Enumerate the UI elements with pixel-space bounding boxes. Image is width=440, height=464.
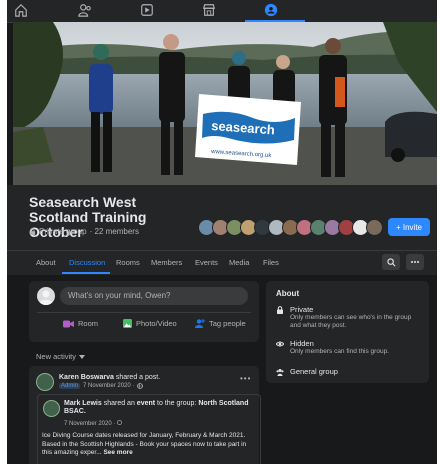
search-icon bbox=[386, 257, 395, 266]
author-avatar[interactable] bbox=[36, 373, 54, 391]
user-avatar[interactable] bbox=[37, 287, 55, 305]
post-composer: What's on your mind, Owen? Room Photo/Vi… bbox=[29, 281, 259, 342]
group-member-count[interactable]: · 22 members bbox=[90, 227, 139, 236]
about-general-row: General group bbox=[276, 367, 338, 376]
tag-people-button[interactable]: Tag people bbox=[195, 319, 246, 328]
photo-video-button[interactable]: Photo/Video bbox=[123, 319, 177, 328]
top-navigation bbox=[7, 0, 437, 23]
new-activity-label: New activity bbox=[36, 352, 77, 361]
more-icon bbox=[411, 261, 419, 263]
about-heading: About bbox=[276, 289, 300, 298]
about-private-row: Private Only members can see who's in th… bbox=[276, 305, 422, 330]
room-button[interactable]: Room bbox=[63, 319, 98, 328]
active-tab-indicator bbox=[62, 272, 110, 274]
tab-about[interactable]: About bbox=[36, 258, 56, 267]
home-icon[interactable] bbox=[13, 2, 29, 18]
post-text: Based in the Scottish Highlands - Book y… bbox=[42, 440, 247, 457]
about-hidden-row: Hidden Only members can find this group. bbox=[276, 339, 422, 356]
photo-icon bbox=[123, 319, 132, 328]
admin-badge: Admin bbox=[59, 383, 81, 389]
post-author[interactable]: Karen Boswarva bbox=[59, 374, 114, 381]
eye-icon bbox=[276, 341, 284, 347]
shared-author-avatar[interactable] bbox=[43, 400, 60, 417]
tab-rooms[interactable]: Rooms bbox=[116, 258, 140, 267]
group-icon bbox=[276, 369, 284, 376]
about-panel: About Private Only members can see who's… bbox=[266, 281, 429, 383]
app-frame: seasearch www.seasearch.org.uk Seasearch… bbox=[7, 0, 437, 464]
post-header: Karen Boswarva shared a post. bbox=[59, 374, 160, 381]
invite-button[interactable]: + Invite bbox=[388, 218, 430, 236]
caret-down-icon bbox=[79, 354, 86, 359]
shared-post-body: Ice Diving Course dates released for Jan… bbox=[42, 432, 254, 458]
groups-icon[interactable] bbox=[263, 2, 279, 18]
lock-icon bbox=[277, 306, 283, 314]
watch-icon[interactable] bbox=[139, 2, 155, 18]
room-label: Room bbox=[78, 319, 99, 328]
tab-members[interactable]: Members bbox=[151, 258, 182, 267]
divider bbox=[37, 312, 251, 313]
private-description: Only members can see who's in the group … bbox=[290, 314, 412, 329]
tab-files[interactable]: Files bbox=[263, 258, 279, 267]
private-title: Private bbox=[290, 305, 314, 314]
post-options-button[interactable]: ••• bbox=[240, 374, 251, 383]
group-meta: Private group · 22 members bbox=[29, 227, 139, 236]
group-privacy: Private group bbox=[39, 227, 87, 236]
shared-action: shared an bbox=[103, 400, 135, 407]
audience-icon bbox=[117, 420, 122, 425]
post-meta: Admin 7 November 2020 · bbox=[59, 383, 144, 389]
audience-icon bbox=[137, 383, 144, 389]
shared-date-text[interactable]: 7 November 2020 · bbox=[64, 421, 115, 427]
tab-media[interactable]: Media bbox=[229, 258, 249, 267]
post-action: shared a post. bbox=[115, 374, 161, 381]
shared-action-2: to the group: bbox=[157, 400, 197, 407]
hidden-description: Only members can find this group. bbox=[290, 348, 389, 355]
group-tabs: About Discussion Rooms Members Events Me… bbox=[7, 250, 437, 275]
tag-people-label: Tag people bbox=[209, 319, 246, 328]
avatar[interactable] bbox=[366, 219, 383, 236]
post-date[interactable]: 7 November 2020 · bbox=[83, 383, 134, 389]
shared-post: Mark Lewis shared an event to the group:… bbox=[37, 394, 261, 464]
friends-icon[interactable] bbox=[77, 2, 93, 18]
tab-discussion[interactable]: Discussion bbox=[69, 258, 105, 267]
see-more-link[interactable]: See more bbox=[103, 449, 132, 456]
general-group-title: General group bbox=[290, 367, 338, 376]
sort-dropdown[interactable]: New activity bbox=[36, 352, 86, 361]
shared-post-header: Mark Lewis shared an event to the group:… bbox=[64, 400, 250, 416]
video-room-icon bbox=[63, 320, 74, 327]
hidden-title: Hidden bbox=[290, 339, 314, 348]
tag-people-icon bbox=[195, 319, 205, 328]
search-button[interactable] bbox=[382, 254, 400, 270]
shared-author[interactable]: Mark Lewis bbox=[64, 400, 102, 407]
more-options-button[interactable] bbox=[406, 254, 424, 270]
feed-post: Karen Boswarva shared a post. Admin 7 No… bbox=[29, 366, 261, 464]
marketplace-icon[interactable] bbox=[201, 2, 217, 18]
shared-event-link[interactable]: event bbox=[137, 400, 155, 407]
post-text-line: Based in the Scottish Highlands - Book y… bbox=[42, 441, 254, 458]
shared-post-date: 7 November 2020 · bbox=[64, 420, 122, 427]
post-text-line: Ice Diving Course dates released for Jan… bbox=[42, 432, 246, 439]
cover-photo[interactable]: seasearch www.seasearch.org.uk bbox=[13, 22, 437, 185]
lock-icon bbox=[29, 228, 36, 235]
post-input[interactable]: What's on your mind, Owen? bbox=[60, 287, 248, 305]
member-avatars[interactable] bbox=[198, 219, 383, 236]
tab-events[interactable]: Events bbox=[195, 258, 218, 267]
photo-video-label: Photo/Video bbox=[136, 319, 177, 328]
